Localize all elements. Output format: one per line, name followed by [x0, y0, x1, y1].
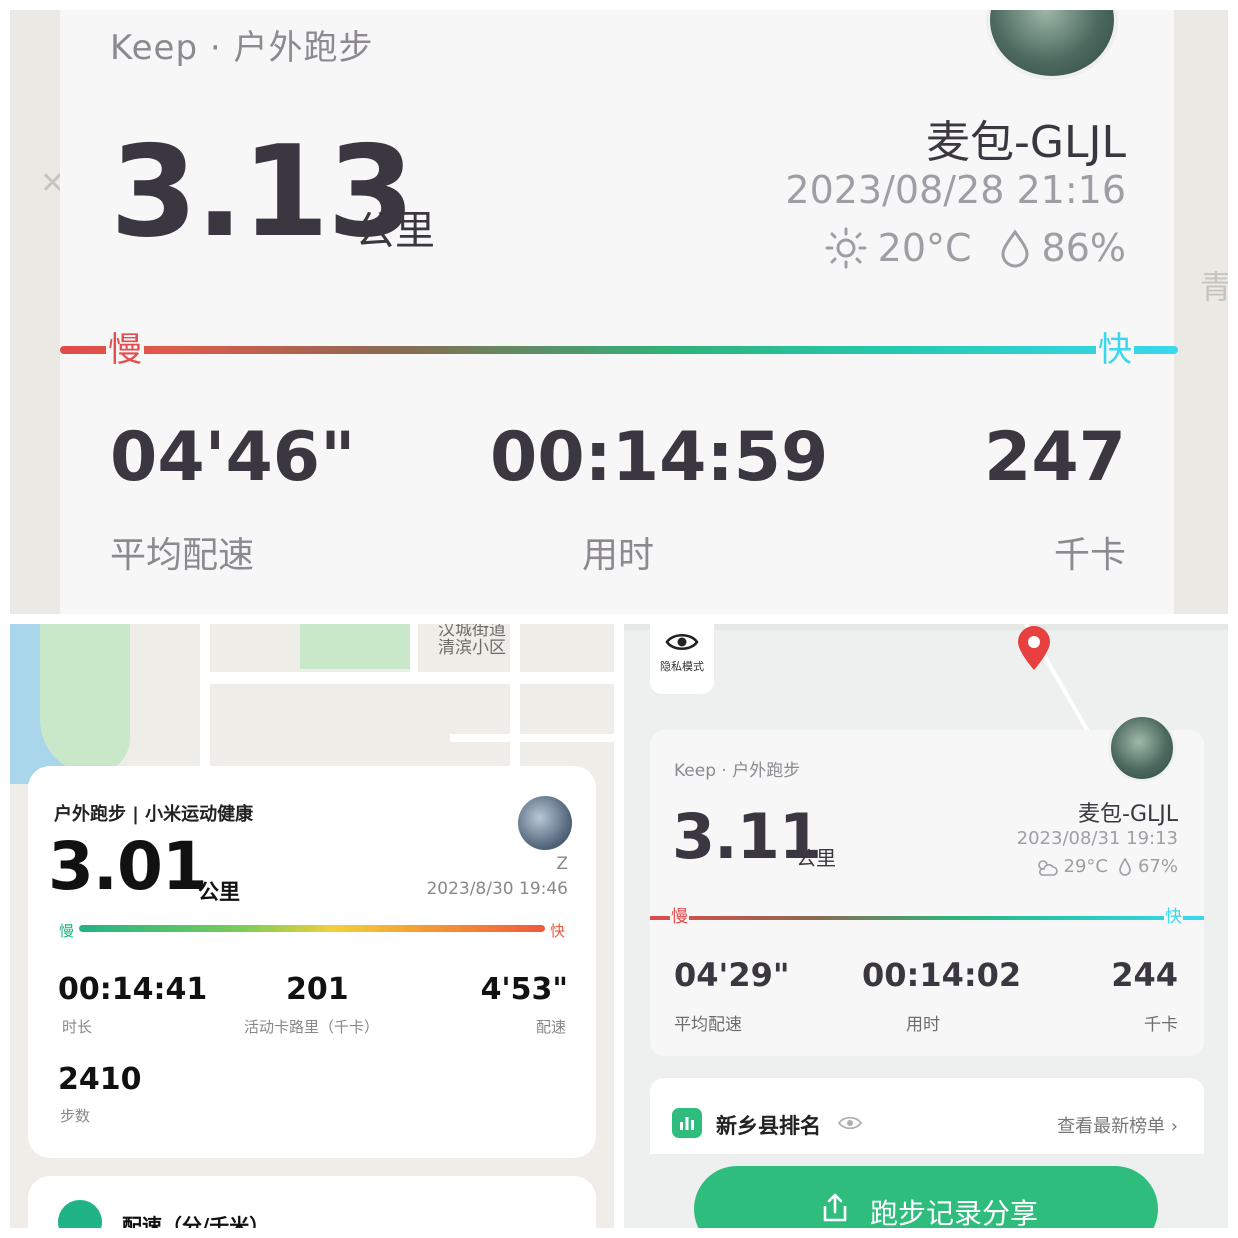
- privacy-mode-label: 隐私模式: [660, 660, 704, 673]
- app-source-label: Keep · 户外跑步: [110, 28, 374, 68]
- calories-label: 千卡: [1144, 1015, 1178, 1035]
- map-road: [450, 734, 614, 742]
- map-road: [200, 624, 210, 774]
- calories-value: 247: [984, 418, 1126, 497]
- user-name: Z: [556, 854, 568, 874]
- distance-unit: 公里: [796, 846, 836, 870]
- map-park: [40, 624, 130, 774]
- slow-label: 慢: [106, 330, 144, 370]
- distance-value: 3.01: [48, 828, 208, 905]
- share-run-label: 跑步记录分享: [870, 1197, 1039, 1228]
- steps-value: 2410: [58, 1062, 142, 1097]
- pace-icon: [58, 1200, 102, 1228]
- weather-row: 29°C 67%: [1034, 856, 1178, 877]
- share-run-button[interactable]: 跑步记录分享: [694, 1166, 1158, 1228]
- user-name: 麦包-GLJL: [1078, 802, 1178, 827]
- map-park: [300, 624, 415, 669]
- humidity: 67%: [1137, 856, 1178, 877]
- pace-gradient-bar: [79, 925, 545, 932]
- temperature: 29°C: [1063, 856, 1108, 877]
- avatar[interactable]: [1108, 714, 1176, 782]
- fast-label: 快: [550, 922, 566, 940]
- pace-value: 4'53": [480, 972, 568, 1007]
- avg-pace-label: 平均配速: [674, 1015, 742, 1035]
- fast-label: 快: [1096, 330, 1134, 370]
- run-summary-card: 户外跑步 | 小米运动健康 3.01 公里 Z 2023/8/30 19:46 …: [28, 766, 596, 1158]
- slow-label: 慢: [670, 906, 689, 928]
- duration-value: 00:14:59: [490, 418, 829, 497]
- humidity: 86%: [1041, 226, 1126, 270]
- steps-label: 步数: [60, 1107, 91, 1125]
- mi-fitness-screen: 汉城街道 清滨小区 户外跑步 | 小米运动健康 3.01 公里 Z 2023/8…: [10, 624, 614, 1228]
- duration-value: 00:14:02: [862, 956, 1022, 994]
- calories-value: 244: [1111, 956, 1178, 994]
- slow-label: 慢: [59, 922, 75, 940]
- keep-run-card-large: ✕ 青 Keep · 户外跑步 3.13 公里 麦包-GLJL 2023/08/…: [10, 10, 1228, 614]
- pace-section-card[interactable]: 配速（分/千米）: [28, 1176, 596, 1228]
- duration-label: 用时: [906, 1015, 940, 1035]
- pace-label: 配速: [535, 1018, 566, 1036]
- run-datetime: 2023/08/31 19:13: [1016, 828, 1178, 849]
- calories-label: 活动卡路里（千卡）: [244, 1018, 380, 1036]
- temperature: 20°C: [877, 226, 972, 270]
- pace-gradient-bar: [60, 346, 1178, 354]
- card-title: 户外跑步 | 小米运动健康: [54, 804, 254, 825]
- distance-unit: 公里: [355, 208, 435, 254]
- sun-icon: [825, 227, 867, 269]
- map-background-left: [10, 10, 60, 614]
- calories-label: 千卡: [1053, 535, 1126, 576]
- view-leaderboard-link[interactable]: 查看最新榜单 ›: [1057, 1112, 1178, 1138]
- duration-label: 时长: [62, 1018, 93, 1036]
- summary-card: [60, 10, 1174, 614]
- humidity-drop-icon: [1001, 229, 1029, 268]
- map-label-community: 清滨小区: [438, 638, 506, 658]
- ranking-chart-icon: [672, 1108, 702, 1138]
- eye-icon: [665, 633, 699, 651]
- calories-value: 201: [286, 972, 349, 1007]
- ranking-title: 新乡县排名: [716, 1114, 821, 1138]
- privacy-mode-button[interactable]: 隐私模式: [650, 624, 714, 694]
- run-datetime: 2023/08/28 21:16: [785, 168, 1126, 212]
- user-name: 麦包-GLJL: [926, 117, 1126, 168]
- share-icon: [823, 1193, 847, 1222]
- ranking-row[interactable]: 新乡县排名 查看最新榜单 ›: [650, 1078, 1204, 1154]
- map-background-right: [1174, 10, 1228, 614]
- visibility-eye-icon[interactable]: [838, 1114, 862, 1132]
- duration-label: 用时: [582, 535, 655, 576]
- partly-cloudy-icon: [1037, 859, 1058, 876]
- avg-pace-value: 04'29": [674, 956, 790, 994]
- map-label: 青: [1200, 268, 1228, 306]
- map-road: [410, 624, 418, 684]
- avg-pace-label: 平均配速: [110, 535, 255, 576]
- map-road: [624, 624, 1228, 630]
- duration-value: 00:14:41: [58, 972, 208, 1007]
- avg-pace-value: 04'46": [110, 418, 356, 497]
- pace-section-title: 配速（分/千米）: [122, 1214, 270, 1228]
- map-road: [510, 624, 520, 774]
- distance-unit: 公里: [198, 880, 240, 904]
- app-source-label: Keep · 户外跑步: [674, 761, 801, 781]
- run-datetime: 2023/8/30 19:46: [426, 879, 568, 899]
- avatar[interactable]: [518, 796, 572, 850]
- fast-label: 快: [1164, 906, 1183, 928]
- keep-run-screen: 隐私模式 Keep · 户外跑步 3.11 公里 麦包-GLJL 2023/08…: [624, 624, 1228, 1228]
- map-pin-icon: [1018, 626, 1050, 670]
- weather-row: 20°C 86%: [824, 226, 1126, 270]
- run-summary-card: Keep · 户外跑步 3.11 公里 麦包-GLJL 2023/08/31 1…: [650, 714, 1204, 1056]
- pace-gradient-bar: [650, 916, 1204, 920]
- humidity-drop-icon: [1119, 857, 1131, 876]
- map-road: [200, 672, 614, 684]
